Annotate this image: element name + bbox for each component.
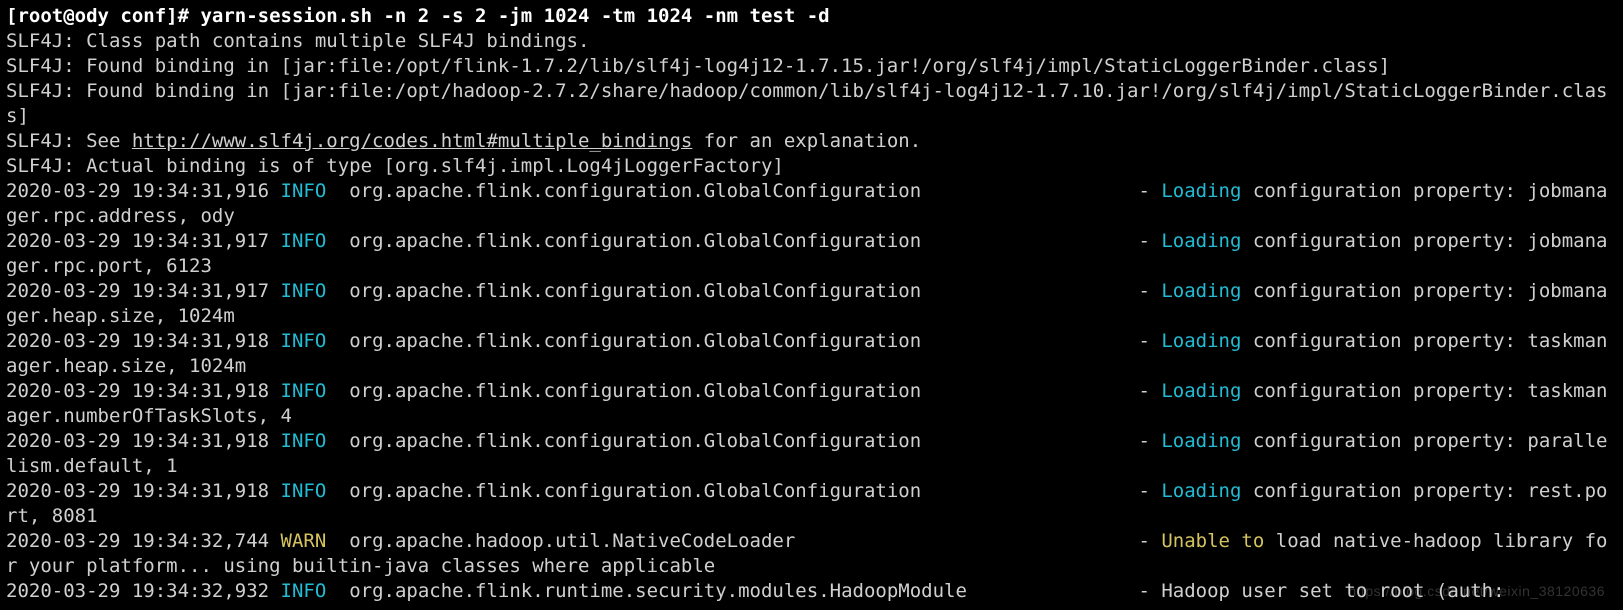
- log-line: 2020-03-29 19:34:31,918 INFO org.apache.…: [6, 430, 1607, 477]
- slf4j-link[interactable]: http://www.slf4j.org/codes.html#multiple…: [132, 130, 693, 152]
- log-line: 2020-03-29 19:34:31,917 INFO org.apache.…: [6, 230, 1607, 277]
- terminal-output[interactable]: [root@ody conf]# yarn-session.sh -n 2 -s…: [0, 0, 1623, 608]
- log-highlight: Loading: [1161, 180, 1241, 202]
- log-highlight: Loading: [1161, 280, 1241, 302]
- log-level: INFO: [281, 230, 327, 252]
- log-level: INFO: [281, 330, 327, 352]
- log-line: SLF4J: See http://www.slf4j.org/codes.ht…: [6, 130, 921, 152]
- log-level: INFO: [281, 280, 327, 302]
- log-line: 2020-03-29 19:34:31,916 INFO org.apache.…: [6, 180, 1607, 227]
- log-line: 2020-03-29 19:34:32,932 INFO org.apache.…: [6, 580, 1505, 602]
- log-highlight: Loading: [1161, 380, 1241, 402]
- log-highlight: Loading: [1161, 480, 1241, 502]
- log-line: 2020-03-29 19:34:31,918 INFO org.apache.…: [6, 380, 1607, 427]
- log-line: SLF4J: Actual binding is of type [org.sl…: [6, 155, 784, 177]
- log-line: SLF4J: Class path contains multiple SLF4…: [6, 30, 589, 52]
- log-level: INFO: [281, 580, 327, 602]
- log-line: SLF4J: Found binding in [jar:file:/opt/h…: [6, 80, 1607, 127]
- log-highlight: Unable to: [1161, 530, 1264, 552]
- log-line: 2020-03-29 19:34:32,744 WARN org.apache.…: [6, 530, 1607, 577]
- log-level: INFO: [281, 430, 327, 452]
- watermark: https://blog.csdn.net/weixin_38120636: [1348, 579, 1605, 604]
- log-level: INFO: [281, 180, 327, 202]
- log-line: 2020-03-29 19:34:31,918 INFO org.apache.…: [6, 330, 1607, 377]
- log-line: 2020-03-29 19:34:31,918 INFO org.apache.…: [6, 480, 1607, 527]
- shell-prompt: [root@ody conf]# yarn-session.sh -n 2 -s…: [6, 5, 830, 27]
- log-highlight: Loading: [1161, 230, 1241, 252]
- log-level: WARN: [281, 530, 327, 552]
- log-line: 2020-03-29 19:34:31,917 INFO org.apache.…: [6, 280, 1607, 327]
- log-highlight: Loading: [1161, 430, 1241, 452]
- log-line: SLF4J: Found binding in [jar:file:/opt/f…: [6, 55, 1390, 77]
- log-highlight: Loading: [1161, 330, 1241, 352]
- log-level: INFO: [281, 380, 327, 402]
- log-level: INFO: [281, 480, 327, 502]
